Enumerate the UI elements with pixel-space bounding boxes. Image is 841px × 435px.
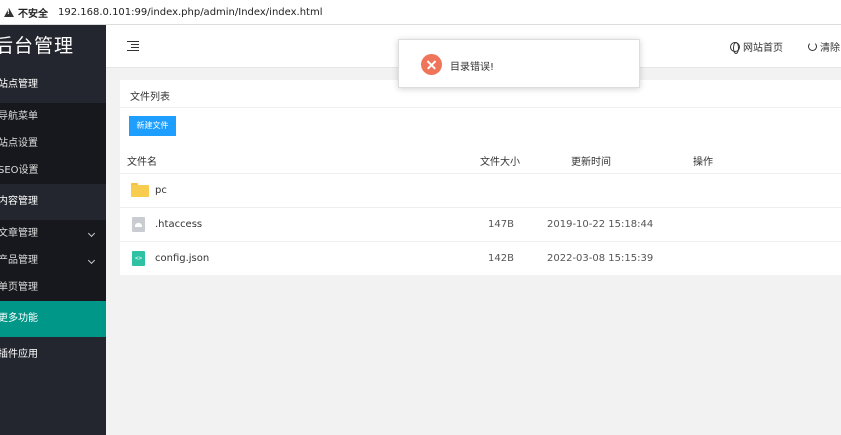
globe-icon (730, 41, 740, 54)
warning-icon (4, 7, 14, 17)
sidebar-item-label: 文章管理 (0, 228, 38, 239)
column-header-time: 更新时间 (571, 157, 611, 168)
file-name[interactable]: .htaccess (155, 219, 202, 230)
browser-address-bar[interactable]: 不安全 192.168.0.101:99/index.php/admin/Ind… (0, 0, 841, 25)
table-row[interactable]: .htaccess 147B 2019-10-22 15:18:44 (120, 207, 841, 241)
table-row[interactable]: pc (120, 173, 841, 207)
clear-label: 清除 (820, 43, 840, 54)
site-home-link[interactable]: 网站首页 (730, 39, 783, 54)
sidebar-submenu-content: 文章管理 产品管理 单页管理 (0, 220, 106, 301)
error-toast: 目录错误! (398, 39, 640, 88)
sidebar-group-plugins[interactable]: 插件应用 (0, 337, 106, 373)
sidebar-item-articles[interactable]: 文章管理 (0, 220, 106, 247)
table-row[interactable]: <> config.json 142B 2022-03-08 15:15:39 (120, 241, 841, 275)
sidebar-item-seo-settings[interactable]: SEO设置 (0, 157, 106, 184)
brand-title: 后台管理 (0, 35, 75, 57)
menu-fold-icon[interactable] (127, 41, 139, 51)
sidebar-group-content[interactable]: 内容管理 (0, 184, 106, 220)
sidebar-submenu-site: 导航菜单 站点设置 SEO设置 (0, 103, 106, 184)
file-list-card: 文件列表 新建文件 文件名 文件大小 更新时间 操作 pc .htaccess … (120, 80, 841, 275)
divider (120, 107, 841, 108)
new-file-button[interactable]: 新建文件 (129, 116, 176, 136)
file-size: 147B (488, 219, 514, 230)
column-header-name: 文件名 (127, 157, 157, 168)
sidebar-item-label: 产品管理 (0, 255, 38, 266)
refresh-icon (808, 42, 817, 51)
file-time: 2019-10-22 15:18:44 (547, 219, 654, 230)
security-label[interactable]: 不安全 (18, 5, 48, 20)
error-icon (421, 54, 442, 75)
sidebar-group-site[interactable]: 站点管理 (0, 67, 106, 103)
file-name[interactable]: config.json (155, 253, 209, 264)
chevron-down-icon (87, 229, 96, 238)
chevron-down-icon (87, 256, 96, 265)
folder-icon (131, 183, 149, 198)
code-file-icon: <> (132, 251, 145, 266)
sidebar-item-nav-menu[interactable]: 导航菜单 (0, 103, 106, 130)
sidebar: 后台管理 站点管理 导航菜单 站点设置 SEO设置 内容管理 文章管理 产品管理… (0, 25, 106, 435)
sidebar-item-pages[interactable]: 单页管理 (0, 274, 106, 301)
file-size: 142B (488, 253, 514, 264)
clear-cache-link[interactable]: 清除 (808, 39, 840, 54)
file-icon (132, 217, 145, 232)
sidebar-item-site-settings[interactable]: 站点设置 (0, 130, 106, 157)
url-text[interactable]: 192.168.0.101:99/index.php/admin/Index/i… (58, 7, 322, 18)
card-title: 文件列表 (130, 92, 170, 103)
toast-message: 目录错误! (450, 62, 495, 73)
column-header-size: 文件大小 (480, 157, 520, 168)
site-home-label: 网站首页 (743, 43, 783, 54)
file-name[interactable]: pc (155, 185, 167, 196)
sidebar-group-more[interactable]: 更多功能 (0, 301, 106, 337)
column-header-actions: 操作 (693, 157, 713, 168)
file-time: 2022-03-08 15:15:39 (547, 253, 654, 264)
sidebar-item-products[interactable]: 产品管理 (0, 247, 106, 274)
